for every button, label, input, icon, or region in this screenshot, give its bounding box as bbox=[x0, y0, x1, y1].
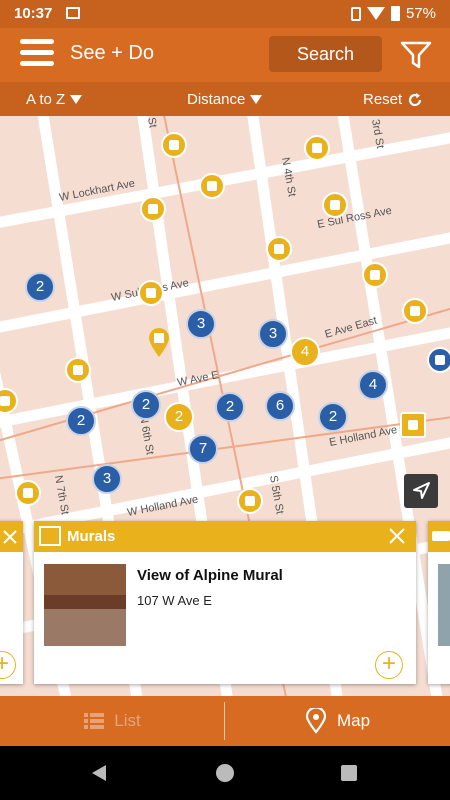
map-cluster-marker[interactable]: 2 bbox=[215, 392, 245, 422]
filter-icon[interactable] bbox=[400, 40, 432, 70]
book-icon[interactable] bbox=[15, 480, 41, 506]
tab-map-label: Map bbox=[336, 711, 371, 730]
add-icon[interactable]: + bbox=[375, 651, 403, 679]
street-label: N 6th St bbox=[137, 414, 156, 455]
wifi-icon bbox=[366, 7, 385, 20]
bottom-tab-bar: List Map bbox=[0, 696, 450, 746]
tab-list[interactable]: List bbox=[0, 696, 225, 746]
sort-az-dropdown[interactable]: A to Z bbox=[26, 91, 83, 108]
selected-pin-icon[interactable] bbox=[148, 328, 170, 358]
book-icon[interactable] bbox=[402, 298, 428, 324]
map-cluster-marker[interactable]: 2 bbox=[164, 402, 194, 432]
street-label: St bbox=[145, 116, 159, 128]
chevron-down-icon bbox=[250, 95, 263, 104]
place-card-next[interactable] bbox=[428, 521, 450, 684]
my-location-button[interactable] bbox=[404, 474, 438, 508]
book-icon[interactable] bbox=[304, 135, 330, 161]
image-notification-icon bbox=[66, 7, 80, 19]
map-cluster-marker[interactable]: 2 bbox=[25, 272, 55, 302]
tab-map[interactable]: Map bbox=[225, 696, 450, 746]
recent-apps-icon[interactable] bbox=[341, 765, 357, 781]
sort-bar: A to Z Distance Reset bbox=[0, 82, 450, 116]
street-label: N 7th St bbox=[52, 474, 71, 515]
book-icon[interactable] bbox=[237, 488, 263, 514]
street-label: 3rd St bbox=[369, 118, 386, 149]
status-time: 10:37 bbox=[14, 5, 53, 22]
battery-icon bbox=[390, 6, 400, 21]
status-icons: 57% bbox=[350, 5, 436, 22]
place-thumbnail[interactable] bbox=[44, 564, 126, 646]
reset-button[interactable]: Reset bbox=[363, 91, 423, 108]
chevron-down-icon bbox=[70, 95, 83, 104]
card-category: Murals bbox=[67, 528, 116, 545]
card-header bbox=[428, 521, 450, 552]
shoe-icon bbox=[432, 531, 450, 541]
shopping-bag-icon[interactable] bbox=[161, 132, 187, 158]
card-header bbox=[0, 521, 23, 552]
hamburger-menu-icon[interactable] bbox=[20, 39, 54, 69]
close-icon[interactable] bbox=[388, 527, 406, 545]
map-cluster-marker[interactable]: 6 bbox=[265, 391, 295, 421]
place-name[interactable]: View of Alpine Mural bbox=[137, 567, 283, 584]
vibrate-icon bbox=[350, 6, 361, 21]
list-icon bbox=[84, 713, 105, 729]
phone-alert-icon[interactable] bbox=[362, 262, 388, 288]
dance-icon[interactable] bbox=[138, 280, 164, 306]
reset-label: Reset bbox=[363, 91, 403, 108]
place-address: 107 W Ave E bbox=[137, 593, 212, 608]
sort-distance-dropdown[interactable]: Distance bbox=[187, 91, 263, 108]
map-cluster-marker[interactable]: 2 bbox=[66, 406, 96, 436]
book-icon[interactable] bbox=[266, 236, 292, 262]
app-header: See + Do Search bbox=[0, 28, 450, 82]
back-icon[interactable] bbox=[92, 765, 106, 781]
tab-list-label: List bbox=[114, 711, 141, 730]
map-cluster-marker[interactable]: 2 bbox=[318, 402, 348, 432]
navigation-arrow-icon bbox=[413, 482, 430, 499]
map-pin-icon bbox=[305, 708, 327, 734]
close-icon[interactable] bbox=[2, 529, 18, 545]
restaurant-icon[interactable] bbox=[427, 347, 450, 373]
system-nav-bar bbox=[0, 746, 450, 800]
phone-alert-icon[interactable] bbox=[199, 173, 225, 199]
map-cluster-marker[interactable]: 2 bbox=[131, 390, 161, 420]
place-card-previous[interactable]: + bbox=[0, 521, 23, 684]
status-bar: 10:37 57% bbox=[0, 0, 450, 28]
map-cluster-marker[interactable]: 4 bbox=[358, 370, 388, 400]
map-cluster-marker[interactable]: 7 bbox=[188, 434, 218, 464]
mural-icon[interactable] bbox=[400, 412, 426, 438]
book-icon[interactable] bbox=[65, 357, 91, 383]
search-button[interactable]: Search bbox=[269, 36, 382, 72]
sort-distance-label: Distance bbox=[187, 91, 246, 108]
place-card[interactable]: Murals View of Alpine Mural 107 W Ave E … bbox=[34, 521, 416, 684]
map-cluster-marker[interactable]: 3 bbox=[258, 319, 288, 349]
sort-az-label: A to Z bbox=[26, 91, 66, 108]
add-icon[interactable]: + bbox=[0, 651, 16, 679]
battery-level: 57% bbox=[405, 5, 436, 22]
refresh-icon bbox=[409, 92, 422, 106]
map-cluster-marker[interactable]: 4 bbox=[290, 337, 320, 367]
shoe-icon[interactable] bbox=[140, 196, 166, 222]
book-icon[interactable] bbox=[322, 192, 348, 218]
map-cluster-marker[interactable]: 3 bbox=[92, 464, 122, 494]
map-cluster-marker[interactable]: 3 bbox=[186, 309, 216, 339]
home-icon[interactable] bbox=[216, 764, 234, 782]
card-header: Murals bbox=[34, 521, 416, 552]
place-thumbnail bbox=[438, 564, 450, 646]
mural-icon bbox=[39, 526, 61, 546]
page-title: See + Do bbox=[70, 42, 154, 64]
